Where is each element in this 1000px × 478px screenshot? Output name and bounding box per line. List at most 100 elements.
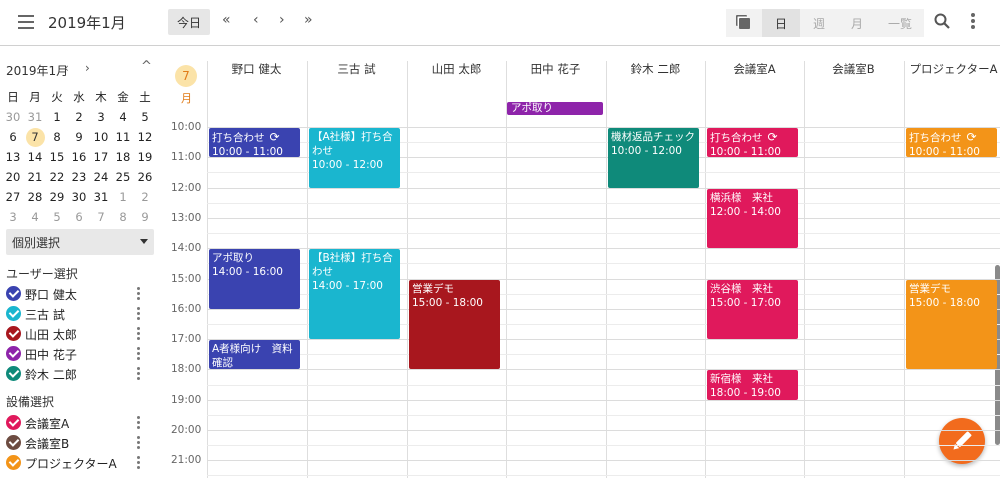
checkbox-check-icon[interactable] <box>6 346 21 361</box>
calendar-event[interactable]: 打ち合わせ ⟳ 10:00 - 11:00 <box>906 128 997 158</box>
mini-day[interactable]: 17 <box>90 147 112 167</box>
user-item[interactable]: 田中 花子 <box>4 344 154 364</box>
checkbox-check-icon[interactable] <box>6 286 21 301</box>
search-icon[interactable] <box>934 13 950 29</box>
user-item[interactable]: 野口 健太 <box>4 284 154 304</box>
mini-day[interactable]: 6 <box>2 127 24 147</box>
mini-day[interactable]: 19 <box>134 147 156 167</box>
calendar-event[interactable]: 新宿様 来社 18:00 - 19:00 <box>707 370 798 400</box>
item-more-icon[interactable] <box>137 456 141 470</box>
item-more-icon[interactable] <box>137 327 141 341</box>
mini-day[interactable]: 10 <box>90 127 112 147</box>
checkbox-check-icon[interactable] <box>6 435 21 450</box>
mini-day[interactable]: 22 <box>46 167 68 187</box>
mini-day[interactable]: 15 <box>46 147 68 167</box>
mini-day[interactable]: 11 <box>112 127 134 147</box>
calendar-event[interactable]: 機材返品チェック 10:00 - 12:00 <box>608 128 699 188</box>
mini-day[interactable]: 25 <box>112 167 134 187</box>
mini-day[interactable]: 2 <box>134 187 156 207</box>
view-week-button[interactable]: 週 <box>800 9 838 37</box>
calendar-event[interactable]: 渋谷様 来社 15:00 - 17:00 <box>707 279 798 340</box>
view-day-button[interactable]: 日 <box>762 9 800 37</box>
mini-day[interactable]: 31 <box>24 107 46 127</box>
item-more-icon[interactable] <box>137 436 141 450</box>
hamburger-menu-icon[interactable] <box>18 15 34 29</box>
item-more-icon[interactable] <box>137 287 141 301</box>
mini-day[interactable]: 31 <box>90 187 112 207</box>
checkbox-check-icon[interactable] <box>6 366 21 381</box>
mini-day[interactable]: 2 <box>68 107 90 127</box>
mini-next-icon[interactable]: › <box>85 61 90 75</box>
item-more-icon[interactable] <box>137 307 141 321</box>
calendar-event[interactable]: A者様向け 資料確認17:00 - 18:00 <box>209 340 300 370</box>
mini-day[interactable]: 30 <box>68 187 90 207</box>
today-button[interactable]: 今日 <box>168 9 210 35</box>
mini-day[interactable]: 28 <box>24 187 46 207</box>
checkbox-check-icon[interactable] <box>6 415 21 430</box>
calendar-event[interactable]: 打ち合わせ ⟳ 10:00 - 11:00 <box>707 128 798 158</box>
mini-day[interactable]: 8 <box>112 207 134 227</box>
column-header: 三古 試 <box>337 62 376 76</box>
mini-day[interactable]: 20 <box>2 167 24 187</box>
user-item[interactable]: 鈴木 二郎 <box>4 364 154 384</box>
calendar-event[interactable]: 営業デモ 15:00 - 18:00 <box>906 279 997 370</box>
mini-day[interactable]: 1 <box>46 107 68 127</box>
mini-day[interactable]: 3 <box>2 207 24 227</box>
mini-day[interactable]: 7 <box>90 207 112 227</box>
equipment-item[interactable]: プロジェクターA <box>4 453 154 473</box>
mini-day[interactable]: 9 <box>134 207 156 227</box>
mini-day[interactable]: 14 <box>24 147 46 167</box>
calendar-event[interactable]: 営業デモ 15:00 - 18:00 <box>409 279 500 370</box>
mini-day[interactable]: 24 <box>90 167 112 187</box>
collapse-chevron-icon[interactable]: ^ <box>141 59 152 74</box>
item-more-icon[interactable] <box>137 367 141 381</box>
mini-day[interactable]: 13 <box>2 147 24 167</box>
mini-day[interactable]: 16 <box>68 147 90 167</box>
allday-event[interactable]: アポ取り <box>507 102 603 115</box>
calendar-event[interactable]: 横浜様 来社 12:00 - 14:00 <box>707 188 798 249</box>
mini-day[interactable]: 5 <box>46 207 68 227</box>
mini-day[interactable]: 8 <box>46 127 68 147</box>
next-month-icon[interactable]: » <box>304 12 313 28</box>
mini-day[interactable]: 4 <box>24 207 46 227</box>
mini-day[interactable]: 29 <box>46 187 68 207</box>
mini-day[interactable]: 21 <box>24 167 46 187</box>
view-list-button[interactable]: 一覧 <box>876 9 924 37</box>
mini-day[interactable]: 23 <box>68 167 90 187</box>
mini-day[interactable]: 6 <box>68 207 90 227</box>
user-item[interactable]: 三古 試 <box>4 304 154 324</box>
checkbox-check-icon[interactable] <box>6 306 21 321</box>
create-event-fab[interactable] <box>939 418 985 464</box>
calendar-event[interactable]: 【A社様】打ち合わせ 10:00 - 12:00 <box>309 128 400 188</box>
calendar-event[interactable]: アポ取り 14:00 - 16:00 <box>209 249 300 309</box>
calendar-event[interactable]: 【B社様】打ち合わせ 14:00 - 17:00 <box>309 249 400 340</box>
user-item[interactable]: 山田 太郎 <box>4 324 154 344</box>
mini-day[interactable]: 12 <box>134 127 156 147</box>
event-time: 10:00 - 12:00 <box>611 145 682 157</box>
item-more-icon[interactable] <box>137 347 141 361</box>
mini-day[interactable]: 18 <box>112 147 134 167</box>
mini-day[interactable]: 26 <box>134 167 156 187</box>
copy-icon[interactable] <box>726 9 762 37</box>
prev-month-icon[interactable]: « <box>222 12 231 28</box>
mini-prev-icon[interactable]: ‹ <box>64 61 69 75</box>
mini-day[interactable]: 27 <box>2 187 24 207</box>
item-more-icon[interactable] <box>137 416 141 430</box>
mini-day[interactable]: 4 <box>112 107 134 127</box>
mini-day[interactable]: 5 <box>134 107 156 127</box>
next-day-icon[interactable]: › <box>279 12 285 28</box>
mini-day[interactable]: 7 <box>24 127 46 147</box>
mini-day[interactable]: 3 <box>90 107 112 127</box>
calendar-event[interactable]: 打ち合わせ ⟳ 10:00 - 11:00 <box>209 128 300 158</box>
prev-day-icon[interactable]: ‹ <box>253 12 259 28</box>
checkbox-check-icon[interactable] <box>6 455 21 470</box>
mini-day[interactable]: 9 <box>68 127 90 147</box>
equipment-item[interactable]: 会議室B <box>4 433 154 453</box>
view-month-button[interactable]: 月 <box>838 9 876 37</box>
equipment-item[interactable]: 会議室A <box>4 413 154 433</box>
mini-day[interactable]: 30 <box>2 107 24 127</box>
mini-day[interactable]: 1 <box>112 187 134 207</box>
more-vert-icon[interactable] <box>970 13 976 31</box>
checkbox-check-icon[interactable] <box>6 326 21 341</box>
selection-mode-select[interactable]: 個別選択 <box>6 229 154 255</box>
